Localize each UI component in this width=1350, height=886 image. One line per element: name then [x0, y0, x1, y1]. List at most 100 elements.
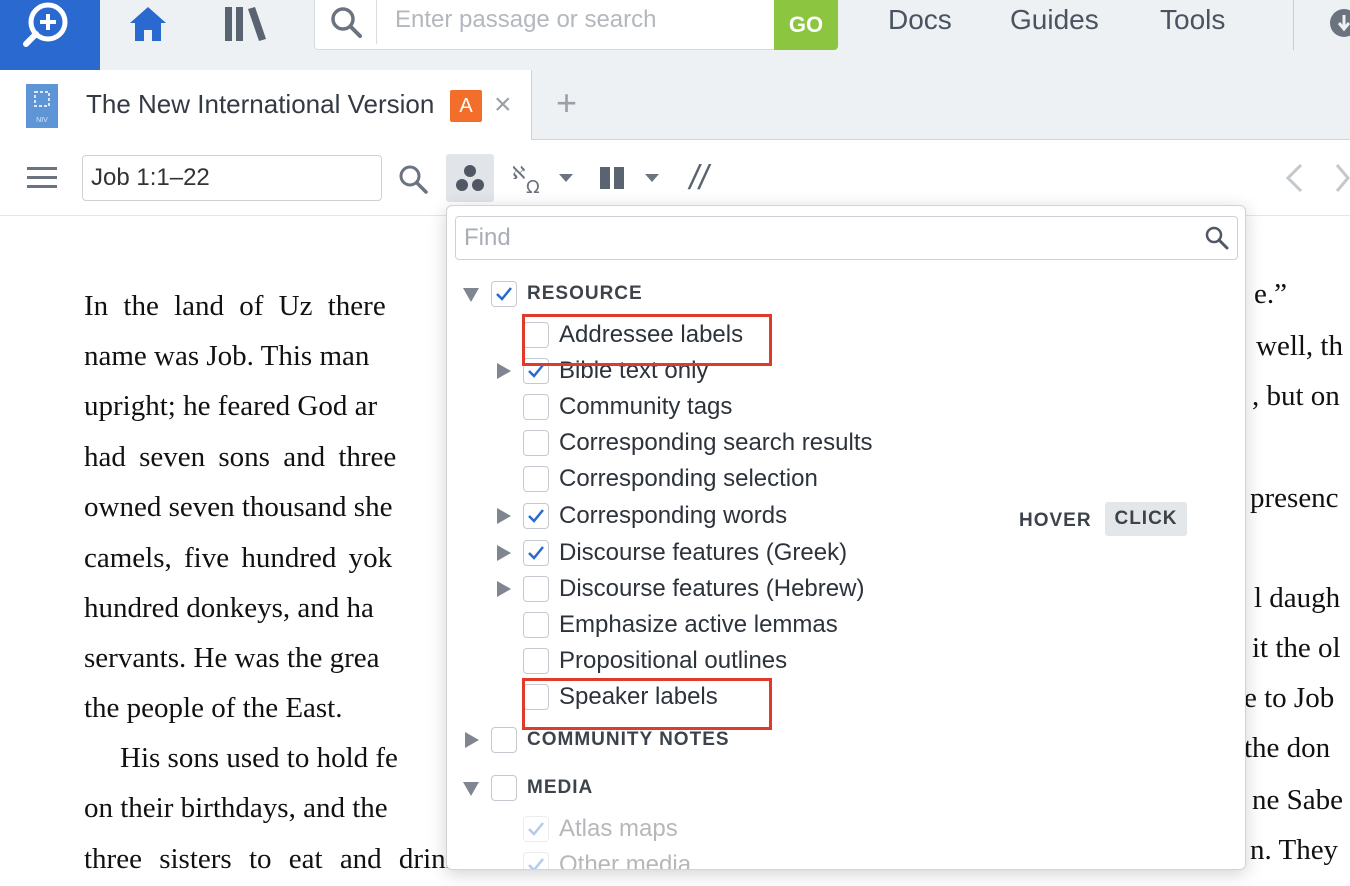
section-resource[interactable]: RESOURCE: [491, 277, 643, 311]
chevron-down-icon[interactable]: [642, 168, 662, 188]
chevron-left-icon[interactable]: [1282, 162, 1306, 194]
download-icon[interactable]: [1322, 0, 1350, 46]
tab-bar: NIV The New International Version A × +: [0, 70, 1350, 140]
checkbox[interactable]: [523, 430, 549, 456]
text-line: l daugh: [1254, 582, 1341, 614]
section-media[interactable]: MEDIA: [491, 771, 593, 805]
docs-menu[interactable]: Docs: [888, 4, 952, 36]
text-line: had seven sons and three: [84, 441, 397, 473]
text-line: hundred donkeys, and ha: [84, 592, 374, 624]
filter-propositional-outlines[interactable]: Propositional outlines: [523, 644, 787, 678]
niv-book-cover: NIV: [26, 84, 58, 128]
go-button[interactable]: GO: [774, 0, 838, 50]
filter-corresponding-words[interactable]: Corresponding words: [523, 499, 787, 533]
visual-filters-icon: [456, 165, 484, 191]
library-icon[interactable]: [220, 0, 270, 46]
tools-menu[interactable]: Tools: [1160, 4, 1225, 36]
passage-search-input[interactable]: [395, 2, 765, 38]
filter-label: Emphasize active lemmas: [559, 611, 838, 638]
expand-arrow-icon[interactable]: [497, 581, 511, 597]
text-line: on their birthdays, and the: [84, 792, 388, 824]
guides-menu[interactable]: Guides: [1010, 4, 1099, 36]
chevron-right-icon[interactable]: [1334, 162, 1350, 194]
text-line: owned seven thousand she: [84, 491, 393, 523]
text-line: servants. He was the grea: [84, 642, 380, 674]
checkbox[interactable]: [523, 466, 549, 492]
text-line: In the land of Uz there: [84, 290, 386, 322]
expand-arrow-icon[interactable]: [497, 363, 511, 379]
collapse-arrow-icon[interactable]: [463, 288, 479, 302]
text-line: , but on: [1252, 380, 1340, 412]
text-line: ne Sabe: [1252, 784, 1343, 816]
filter-label: Corresponding selection: [559, 465, 818, 492]
hover-option[interactable]: HOVER: [1019, 510, 1092, 532]
checkbox[interactable]: [523, 394, 549, 420]
svg-text:Ω: Ω: [526, 177, 540, 197]
reference-input[interactable]: [82, 155, 382, 201]
checkbox[interactable]: [523, 576, 549, 602]
text-line: e to Job: [1244, 682, 1335, 714]
columns-icon[interactable]: [596, 162, 628, 194]
section-label: RESOURCE: [527, 283, 643, 304]
highlight-speaker-labels: [522, 678, 772, 730]
text-line: name was Job. This man: [84, 340, 370, 372]
click-option[interactable]: CLICK: [1105, 502, 1187, 536]
text-line: the don: [1244, 732, 1331, 764]
checkbox[interactable]: [523, 852, 549, 869]
global-search: GO: [314, 0, 838, 50]
expand-arrow-icon[interactable]: [497, 545, 511, 561]
resource-badge: A: [450, 90, 482, 122]
filter-label: Propositional outlines: [559, 647, 788, 674]
search-icon[interactable]: [396, 162, 430, 196]
checkbox[interactable]: [523, 816, 549, 842]
checkbox[interactable]: [491, 775, 517, 801]
filter-discourse-hebrew[interactable]: Discourse features (Hebrew): [523, 572, 864, 606]
text-line: it the ol: [1252, 632, 1341, 664]
top-bar: GO Docs Guides Tools: [0, 0, 1350, 70]
section-label: MEDIA: [527, 777, 594, 798]
checkbox[interactable]: [523, 612, 549, 638]
text-line: camels, five hundred yok: [84, 542, 393, 574]
filter-label: Discourse features (Greek): [559, 539, 848, 566]
filter-label: Atlas maps: [559, 815, 678, 842]
text-line: e.”: [1254, 278, 1287, 310]
collapse-arrow-icon[interactable]: [463, 782, 479, 796]
home-icon[interactable]: [124, 0, 172, 46]
text-line: n. They: [1250, 834, 1339, 866]
menu-icon[interactable]: [26, 162, 58, 194]
tab-niv[interactable]: NIV The New International Version A ×: [0, 70, 532, 140]
checkbox[interactable]: [523, 503, 549, 529]
interlinear-icon[interactable]: ℵΩ: [508, 160, 548, 198]
parallel-resources-button[interactable]: //: [682, 158, 716, 198]
filter-corresponding-search-results[interactable]: Corresponding search results: [523, 426, 873, 460]
search-icon[interactable]: [1205, 226, 1229, 255]
filter-other-media[interactable]: Other media: [523, 848, 692, 870]
logos-logo[interactable]: [0, 0, 100, 70]
checkbox[interactable]: [523, 648, 549, 674]
svg-text:ℵ: ℵ: [512, 163, 525, 184]
find-input[interactable]: [464, 221, 1164, 255]
expand-arrow-icon[interactable]: [465, 732, 479, 748]
checkbox[interactable]: [491, 281, 517, 307]
filter-community-tags[interactable]: Community tags: [523, 390, 732, 424]
checkbox[interactable]: [491, 727, 517, 753]
filter-label: Other media: [559, 851, 692, 870]
add-tab-button[interactable]: +: [556, 82, 577, 124]
close-tab-button[interactable]: ×: [494, 88, 512, 122]
filter-corresponding-selection[interactable]: Corresponding selection: [523, 462, 818, 496]
filter-label: Community tags: [559, 393, 733, 420]
expand-arrow-icon[interactable]: [497, 508, 511, 524]
filter-label: Corresponding search results: [559, 429, 873, 456]
find-field: [455, 216, 1238, 260]
svg-text:NIV: NIV: [36, 117, 48, 124]
filter-atlas-maps[interactable]: Atlas maps: [523, 812, 678, 846]
checkbox[interactable]: [523, 540, 549, 566]
chevron-down-icon[interactable]: [556, 168, 576, 188]
filter-emphasize-active-lemmas[interactable]: Emphasize active lemmas: [523, 608, 838, 642]
visual-filters-button[interactable]: [446, 154, 494, 202]
search-icon[interactable]: [315, 0, 377, 44]
tab-title: The New International Version: [86, 89, 435, 119]
text-line: presenc: [1250, 482, 1339, 514]
filter-discourse-greek[interactable]: Discourse features (Greek): [523, 536, 847, 570]
text-line: well, th: [1256, 330, 1343, 362]
